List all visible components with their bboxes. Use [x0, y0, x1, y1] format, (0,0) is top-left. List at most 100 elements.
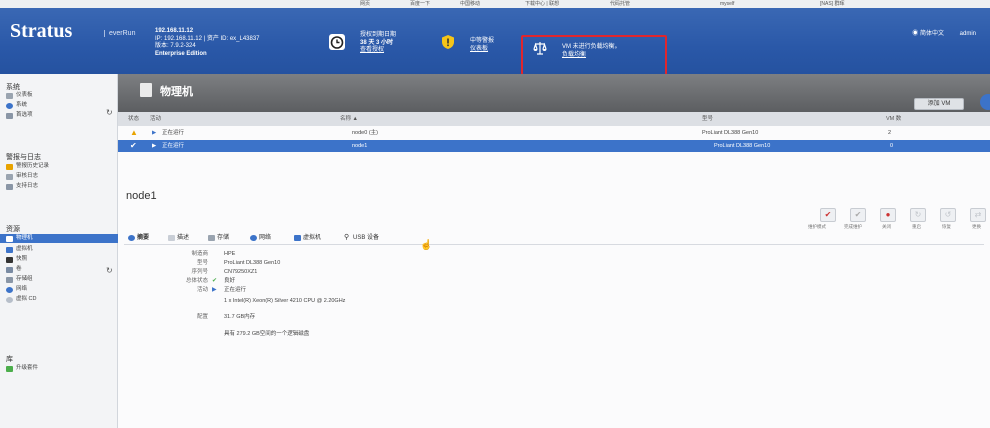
- system-version: 版本: 7.9.2-324: [155, 43, 196, 49]
- running-icon: ▶: [152, 130, 157, 136]
- sidebar-item-dashboard[interactable]: 仪表板: [6, 91, 114, 100]
- tab-network[interactable]: 网络: [250, 232, 271, 244]
- server-icon: [6, 236, 13, 242]
- alarm-label: 中等警报: [470, 38, 495, 44]
- bookmark-item[interactable]: 代码托管: [610, 0, 630, 8]
- row-model: ProLiant DL388 Gen10: [702, 130, 759, 136]
- sidebar-item-alarm-history[interactable]: 警报历史记录: [6, 162, 114, 171]
- action-label: 恢复: [942, 224, 951, 229]
- running-icon: ▶: [152, 143, 157, 149]
- row-name: node1: [352, 143, 368, 149]
- app-header: Stratus everRun 192.168.11.12 IP: 192.16…: [0, 8, 990, 92]
- sidebar-item-volumes[interactable]: 卷: [6, 265, 114, 274]
- left-sidebar: 系统 仪表板 系统 ↻ 首选项 警报与日志 警报历史记录 审核日志 支持日志 资…: [0, 74, 118, 428]
- header-right: ◉ 简体中文 admin: [912, 28, 976, 37]
- row-model: ProLiant DL388 Gen10: [714, 143, 771, 149]
- sidebar-item-virtual-cds[interactable]: 虚拟 CD: [6, 295, 114, 304]
- bookmark-item[interactable]: 中国移动: [460, 0, 480, 8]
- bookmark-item[interactable]: 百度一下: [410, 0, 430, 8]
- table-row[interactable]: ✔ ▶ 正在运行 node1 ProLiant DL388 Gen10 0: [118, 140, 990, 152]
- tab-storage[interactable]: 存储: [208, 232, 229, 244]
- clock-icon: [329, 34, 345, 50]
- sidebar-item-upgrade-kits[interactable]: 升级套件: [6, 364, 114, 373]
- sidebar-item-system[interactable]: 系统: [6, 101, 114, 110]
- finalize-button[interactable]: ✔: [850, 208, 866, 222]
- column-activity[interactable]: 活动: [150, 112, 161, 126]
- replace-button[interactable]: ⇄: [970, 208, 986, 222]
- network-icon: [250, 235, 257, 241]
- bookmark-item[interactable]: myself: [720, 0, 734, 8]
- action-label: 重启: [912, 224, 921, 229]
- check-icon: ✔: [130, 141, 137, 150]
- sidebar-item-label: 审核日志: [16, 173, 39, 179]
- sidebar-item-networks[interactable]: 网络: [6, 285, 114, 294]
- bookmark-item[interactable]: [NAS] 群晖: [820, 0, 844, 8]
- log-icon: [6, 174, 13, 180]
- add-vm-button[interactable]: 添加 VM: [914, 98, 964, 110]
- tab-label: 虚拟机: [303, 235, 322, 241]
- main-content: 物理机 添加 VM 状态 活动 名称 ▲ 型号 VM 数 ▲ ▶ 正在运行 no…: [118, 74, 990, 428]
- table-row[interactable]: ▲ ▶ 正在运行 node0 (主) ProLiant DL388 Gen10 …: [118, 127, 990, 139]
- alarm-status[interactable]: 中等警报 仪表板: [470, 38, 494, 53]
- serial-label: 序列号: [191, 269, 208, 275]
- tab-description[interactable]: 描述: [168, 232, 189, 244]
- running-icon: ▶: [212, 287, 217, 293]
- sidebar-item-audit-log[interactable]: 审核日志: [6, 172, 114, 181]
- page-titlebar: 物理机 添加 VM: [118, 74, 990, 112]
- maintenance-mode-button[interactable]: ✔: [820, 208, 836, 222]
- sidebar-item-snapshots[interactable]: 快照: [6, 255, 114, 264]
- column-model[interactable]: 型号: [702, 112, 713, 126]
- refresh-icon[interactable]: ↻: [106, 266, 113, 275]
- tab-summary[interactable]: 摘要: [128, 232, 149, 244]
- sidebar-item-support-log[interactable]: 支持日志: [6, 182, 114, 191]
- check-icon: ✔: [212, 278, 218, 284]
- shutdown-button[interactable]: ●: [880, 208, 896, 222]
- model-label: 型号: [196, 260, 208, 266]
- column-status[interactable]: 状态: [128, 112, 139, 126]
- page-title: 物理机: [160, 86, 193, 98]
- serial-value: CN79250XZ1: [224, 269, 258, 275]
- sidebar-item-label: 虚拟 CD: [16, 296, 37, 302]
- shield-warning-icon: [440, 34, 456, 50]
- dashboard-link[interactable]: 仪表板: [470, 46, 494, 54]
- sidebar-item-vms[interactable]: 虚拟机: [6, 245, 114, 254]
- restart-button[interactable]: ↻: [910, 208, 926, 222]
- bookmark-item[interactable]: 下载中心 | 联想: [525, 0, 559, 8]
- sidebar-item-label: 升级套件: [16, 365, 39, 371]
- volume-icon: [6, 267, 13, 273]
- help-icon[interactable]: [980, 94, 990, 110]
- memory-value: 31.7 GB内存: [224, 314, 256, 320]
- tab-label: 摘要: [137, 235, 150, 241]
- vm-icon: [6, 247, 13, 253]
- recover-button[interactable]: ↺: [940, 208, 956, 222]
- sidebar-item-label: 仪表板: [16, 92, 33, 98]
- bookmark-bar: 网页 百度一下 中国移动 下载中心 | 联想 代码托管 myself [NAS]…: [0, 0, 990, 8]
- usb-icon: ⚲: [344, 234, 350, 241]
- view-license-link[interactable]: 查看授权: [360, 47, 396, 55]
- storage-icon: [6, 277, 13, 283]
- system-ip-line: IP: 192.168.11.12 | 资产 ID: ex_L43837: [155, 35, 260, 42]
- sidebar-item-physical-machines[interactable]: 物理机: [0, 234, 118, 243]
- tab-label: 网络: [259, 235, 272, 241]
- column-vm-count[interactable]: VM 数: [886, 112, 901, 126]
- node-title: node1: [126, 190, 157, 202]
- system-ip-main: 192.168.11.12: [155, 28, 194, 34]
- tab-usb-devices[interactable]: ⚲ USB 设备: [344, 232, 379, 244]
- sidebar-item-label: 卷: [16, 266, 22, 272]
- license-remaining: 38 天 3 小时: [360, 39, 394, 46]
- tab-vms[interactable]: 虚拟机: [294, 232, 321, 244]
- row-vm-count: 0: [890, 143, 894, 149]
- user-menu[interactable]: admin: [960, 31, 976, 37]
- column-name[interactable]: 名称 ▲: [340, 112, 358, 126]
- sidebar-item-preferences[interactable]: 首选项: [6, 111, 114, 120]
- support-icon: [6, 184, 13, 190]
- preferences-icon: [6, 113, 13, 119]
- system-info: 192.168.11.12 IP: 192.168.11.12 | 资产 ID:…: [155, 28, 260, 58]
- globe-icon: ◉: [912, 31, 919, 37]
- sidebar-group-library: 库: [6, 356, 13, 363]
- sidebar-item-label: 虚拟机: [16, 246, 33, 252]
- language-selector[interactable]: 简体中文: [920, 31, 944, 37]
- license-status[interactable]: 授权到期日期 38 天 3 小时 查看授权: [360, 32, 396, 55]
- sidebar-item-storage-groups[interactable]: 存储组: [6, 275, 114, 284]
- bookmark-item[interactable]: 网页: [360, 0, 370, 8]
